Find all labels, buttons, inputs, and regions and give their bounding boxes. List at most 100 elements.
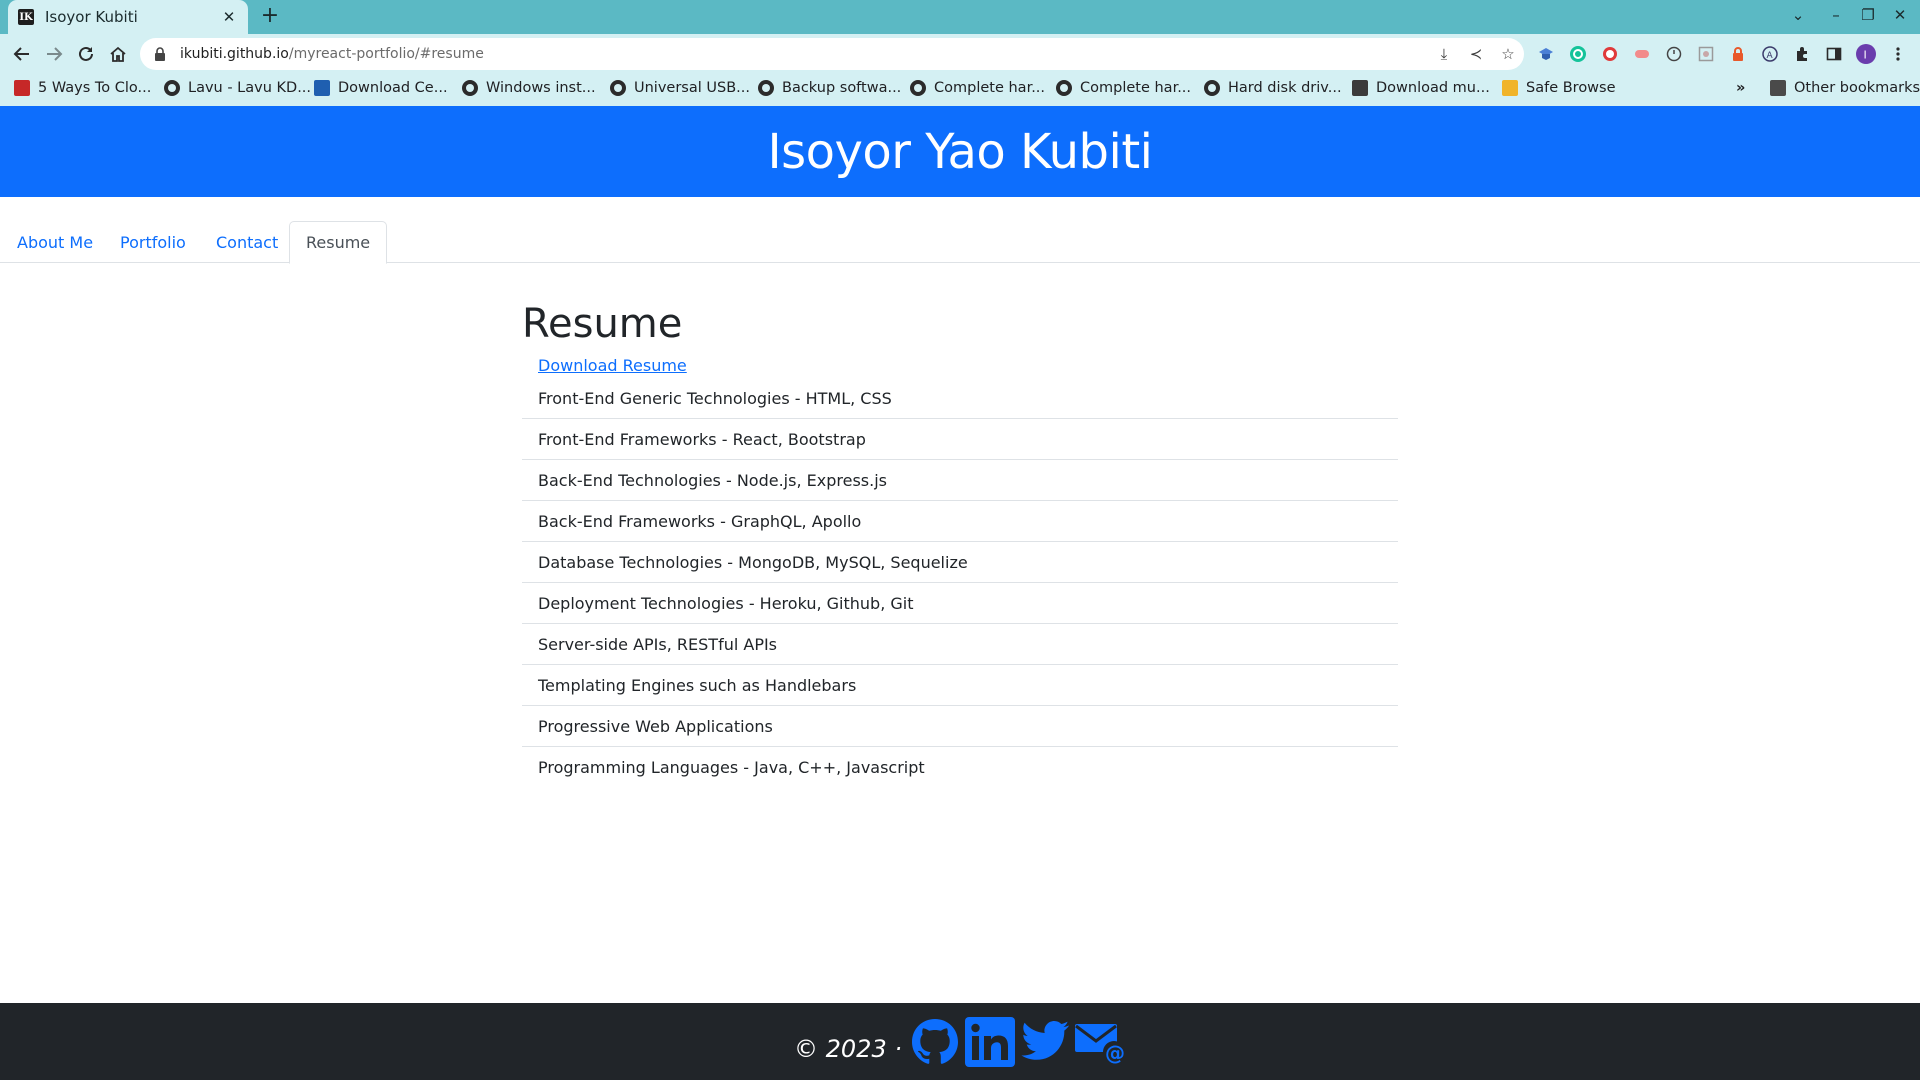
bookmark-label: Hard disk driv... xyxy=(1228,80,1342,96)
lock-icon[interactable] xyxy=(154,47,168,61)
bookmarks-bar: 5 Ways To Clo... Lavu - Lavu KD... Downl… xyxy=(0,74,1920,106)
bookmark-label: Complete har... xyxy=(1080,80,1192,96)
side-panel-icon[interactable] xyxy=(1824,44,1844,64)
menu-kebab-icon[interactable] xyxy=(1888,44,1908,64)
close-window-icon[interactable]: ✕ xyxy=(1888,6,1912,24)
globe-icon xyxy=(164,80,180,96)
other-bookmarks-folder[interactable]: Other bookmarks xyxy=(1770,80,1920,96)
site-header: Isoyor Yao Kubiti xyxy=(0,106,1920,197)
bookmark-label: Universal USB... xyxy=(634,80,750,96)
bookmark-item[interactable]: Windows inst... xyxy=(462,80,596,96)
bookmark-star-icon[interactable]: ☆ xyxy=(1498,44,1518,64)
close-tab-icon[interactable]: ✕ xyxy=(220,8,238,26)
minimize-icon[interactable]: – xyxy=(1824,6,1848,24)
copyright-text: © 2023 · xyxy=(794,1034,902,1063)
bookmark-label: Windows inst... xyxy=(486,80,596,96)
list-item: Progressive Web Applications xyxy=(522,706,1398,747)
list-item: Database Technologies - MongoDB, MySQL, … xyxy=(522,542,1398,583)
extensions-puzzle-icon[interactable] xyxy=(1792,44,1812,64)
resume-section: Resume Download Resume Front-End Generic… xyxy=(522,298,1398,788)
url-path: /myreact-portfolio/#resume xyxy=(288,46,484,62)
list-item: Server-side APIs, RESTful APIs xyxy=(522,624,1398,665)
bookmark-label: Backup softwa... xyxy=(782,80,902,96)
site-favicon-icon: IK xyxy=(18,9,34,25)
lock-icon xyxy=(1502,80,1518,96)
list-item: Front-End Generic Technologies - HTML, C… xyxy=(522,378,1398,419)
bookmark-item[interactable]: Universal USB... xyxy=(610,80,750,96)
grammarly-icon[interactable] xyxy=(1568,44,1588,64)
svg-text:A: A xyxy=(1767,51,1774,61)
list-item: Back-End Frameworks - GraphQL, Apollo xyxy=(522,501,1398,542)
list-item: Templating Engines such as Handlebars xyxy=(522,665,1398,706)
translate-extension-icon[interactable]: A xyxy=(1760,44,1780,64)
linkedin-icon[interactable] xyxy=(964,1016,1016,1068)
bookmark-item[interactable]: Safe Browse xyxy=(1502,80,1616,96)
tab-search-icon[interactable]: ⌄ xyxy=(1786,6,1810,24)
list-item: Programming Languages - Java, C++, Javas… xyxy=(538,758,925,777)
browser-tabstrip: IK Isoyor Kubiti ✕ + ⌄ – ❐ ✕ xyxy=(0,0,1920,34)
password-manager-icon[interactable] xyxy=(1728,44,1748,64)
list-item: Front-End Frameworks - React, Bootstrap xyxy=(522,419,1398,460)
globe-icon xyxy=(1204,80,1220,96)
bookmark-label: Lavu - Lavu KD... xyxy=(188,80,312,96)
tab-title: Isoyor Kubiti xyxy=(45,8,138,26)
extension-cap-icon[interactable] xyxy=(1536,44,1556,64)
bookmark-item[interactable]: Complete har... xyxy=(910,80,1045,96)
tab-resume[interactable]: Resume xyxy=(289,221,388,264)
site-icon xyxy=(314,80,330,96)
browser-tab[interactable]: IK Isoyor Kubiti ✕ xyxy=(8,0,248,34)
bookmark-label: Download mu... xyxy=(1376,80,1490,96)
pdf-icon xyxy=(14,80,30,96)
browser-toolbar: ikubiti.github.io /myreact-portfolio/#re… xyxy=(0,34,1920,74)
back-icon[interactable] xyxy=(10,42,34,66)
bookmark-label: Safe Browse xyxy=(1526,80,1616,96)
site-footer: © 2023 · @ xyxy=(0,1003,1920,1080)
github-icon[interactable] xyxy=(909,1016,961,1068)
profile-avatar-icon[interactable]: I xyxy=(1856,44,1876,64)
globe-icon xyxy=(910,80,926,96)
bookmark-label: Other bookmarks xyxy=(1794,80,1920,96)
email-icon[interactable]: @ xyxy=(1074,1016,1126,1068)
svg-text:@: @ xyxy=(1105,1041,1125,1064)
bookmark-item[interactable]: Lavu - Lavu KD... xyxy=(164,80,311,96)
page-title: Resume xyxy=(522,301,683,347)
screenshot-extension-icon[interactable] xyxy=(1696,44,1716,64)
download-resume-link[interactable]: Download Resume xyxy=(538,356,1398,378)
record-extension-icon[interactable] xyxy=(1632,44,1652,64)
tab-contact[interactable]: Contact xyxy=(200,221,294,263)
nav-tabs: About Me Portfolio Contact Resume xyxy=(0,221,1920,264)
bookmark-item[interactable]: Download mu... xyxy=(1352,80,1490,96)
svg-text:I: I xyxy=(1864,49,1867,62)
globe-icon xyxy=(462,80,478,96)
site-icon xyxy=(1352,80,1368,96)
adblock-icon[interactable] xyxy=(1600,44,1620,64)
url-host: ikubiti.github.io xyxy=(180,46,289,62)
timer-extension-icon[interactable] xyxy=(1664,44,1684,64)
tab-about-me[interactable]: About Me xyxy=(1,221,109,263)
bookmark-label: 5 Ways To Clo... xyxy=(38,80,152,96)
bookmark-item[interactable]: 5 Ways To Clo... xyxy=(14,80,151,96)
twitter-icon[interactable] xyxy=(1019,1016,1071,1068)
bookmark-label: Download Ce... xyxy=(338,80,448,96)
folder-icon xyxy=(1770,80,1786,96)
tab-portfolio[interactable]: Portfolio xyxy=(104,221,202,263)
bookmark-item[interactable]: Backup softwa... xyxy=(758,80,901,96)
address-bar[interactable]: ikubiti.github.io /myreact-portfolio/#re… xyxy=(140,38,1524,70)
list-item: Deployment Technologies - Heroku, Github… xyxy=(522,583,1398,624)
bookmark-label: Complete har... xyxy=(934,80,1046,96)
skills-list: Front-End Generic Technologies - HTML, C… xyxy=(522,378,1398,788)
bookmarks-overflow-button[interactable]: » xyxy=(1736,80,1745,96)
reload-icon[interactable] xyxy=(74,42,98,66)
globe-icon xyxy=(1056,80,1072,96)
globe-icon xyxy=(610,80,626,96)
restore-icon[interactable]: ❐ xyxy=(1856,6,1880,24)
bookmark-item[interactable]: Complete har... xyxy=(1056,80,1191,96)
forward-icon[interactable] xyxy=(42,42,66,66)
bookmark-item[interactable]: Download Ce... xyxy=(314,80,448,96)
bookmark-item[interactable]: Hard disk driv... xyxy=(1204,80,1342,96)
new-tab-button[interactable]: + xyxy=(258,5,282,29)
list-item: Back-End Technologies - Node.js, Express… xyxy=(522,460,1398,501)
install-app-icon[interactable]: ⤓ xyxy=(1434,44,1454,64)
home-icon[interactable] xyxy=(106,42,130,66)
share-icon[interactable]: ≺ xyxy=(1466,44,1486,64)
